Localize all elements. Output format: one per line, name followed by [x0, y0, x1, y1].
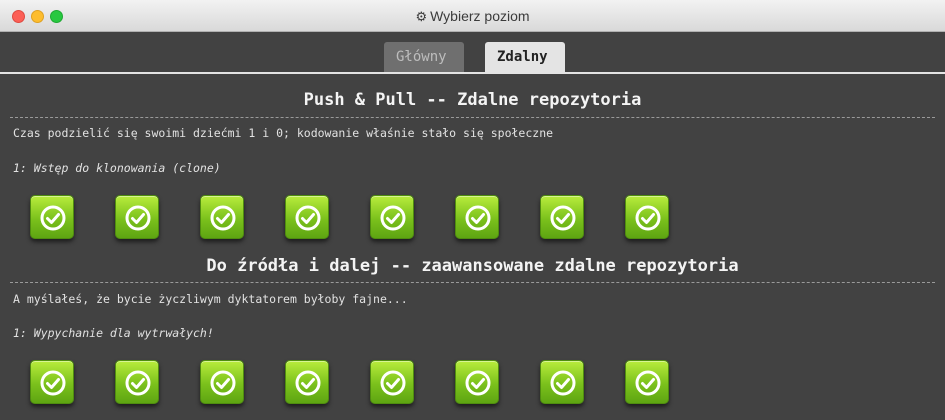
level-button-completed[interactable] — [285, 195, 329, 239]
title-bar: ⚙ Wybierz poziom — [0, 0, 945, 32]
level-button-completed[interactable] — [30, 360, 74, 404]
checkmark-icon — [295, 205, 321, 231]
checkmark-icon — [125, 205, 151, 231]
checkmark-icon — [380, 370, 406, 396]
level-button-completed[interactable] — [30, 195, 74, 239]
level-button-completed[interactable] — [540, 360, 584, 404]
gear-icon: ⚙ — [415, 9, 428, 24]
checkmark-icon — [40, 370, 66, 396]
checkmark-icon — [210, 370, 236, 396]
checkmark-icon — [550, 205, 576, 231]
tab-underline — [0, 72, 945, 74]
level-button-completed[interactable] — [200, 195, 244, 239]
level-button-completed[interactable] — [455, 360, 499, 404]
level-button-completed[interactable] — [370, 195, 414, 239]
checkmark-icon — [635, 370, 661, 396]
level-button-completed[interactable] — [625, 360, 669, 404]
checkmark-icon — [210, 205, 236, 231]
checkmark-icon — [465, 370, 491, 396]
level-button-completed[interactable] — [370, 360, 414, 404]
level-button-completed[interactable] — [285, 360, 329, 404]
window-title: ⚙ Wybierz poziom — [0, 8, 945, 25]
tab-bar: Główny Zdalny — [0, 42, 945, 72]
level-button-completed[interactable] — [625, 195, 669, 239]
tab-remote[interactable]: Zdalny — [485, 42, 565, 72]
level-button-completed[interactable] — [115, 360, 159, 404]
section-title: Push & Pull -- Zdalne repozytoria — [303, 90, 642, 110]
tab-main[interactable]: Główny — [384, 42, 464, 72]
level-button-completed[interactable] — [200, 360, 244, 404]
level-select-window: ⚙ Wybierz poziom Główny Zdalny Push & Pul… — [0, 0, 945, 420]
checkmark-icon — [40, 205, 66, 231]
checkmark-icon — [550, 370, 576, 396]
level-label: 1: Wstęp do klonowania (clone) — [13, 161, 221, 175]
checkmark-icon — [635, 205, 661, 231]
level-button-completed[interactable] — [455, 195, 499, 239]
section-description: Czas podzielić się swoimi dziećmi 1 i 0;… — [13, 126, 554, 140]
section-description: A myślałeś, że bycie życzliwym dyktatore… — [13, 292, 408, 306]
section-divider — [10, 282, 935, 283]
checkmark-icon — [295, 370, 321, 396]
section-divider — [10, 117, 935, 118]
window-title-text: Wybierz poziom — [430, 8, 530, 24]
checkmark-icon — [380, 205, 406, 231]
level-button-completed[interactable] — [115, 195, 159, 239]
checkmark-icon — [125, 370, 151, 396]
level-button-completed[interactable] — [540, 195, 584, 239]
level-label: 1: Wypychanie dla wytrwałych! — [13, 326, 214, 340]
checkmark-icon — [465, 205, 491, 231]
section-title: Do źródła i dalej -- zaawansowane zdalne… — [206, 256, 739, 276]
